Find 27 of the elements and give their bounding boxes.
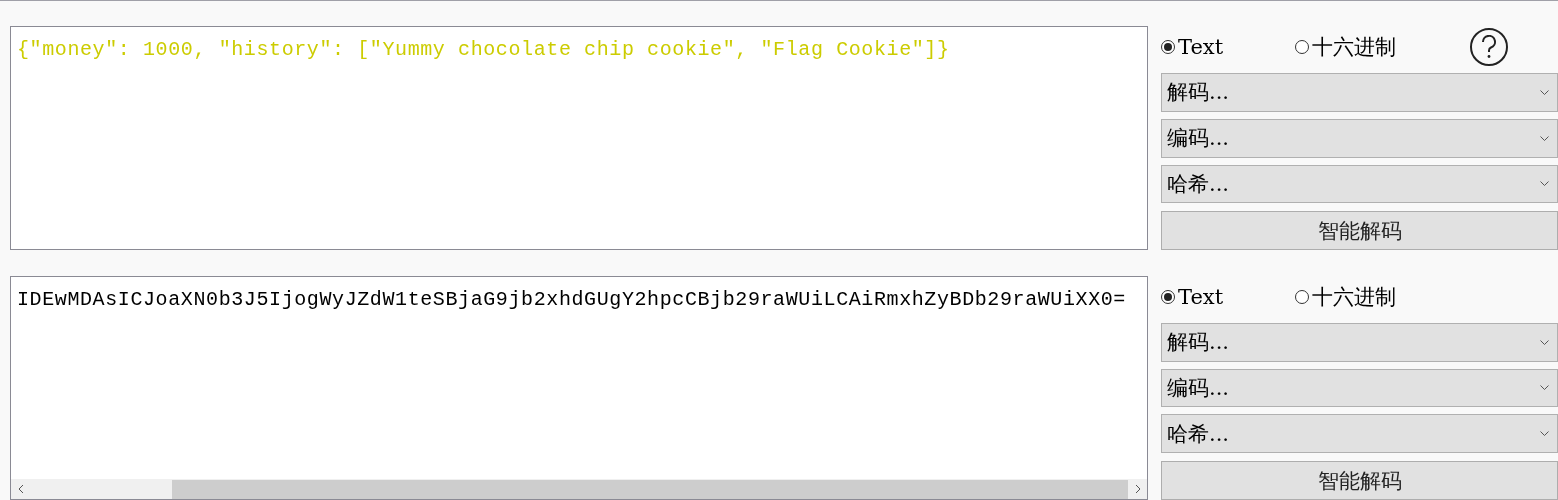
- radio-label[interactable]: 十六进制: [1312, 282, 1396, 311]
- radio-button[interactable]: [1295, 289, 1309, 304]
- horizontal-scrollbar[interactable]: [11, 479, 1147, 499]
- dropdown[interactable]: 哈希...: [1161, 164, 1558, 204]
- radio-button[interactable]: [1161, 289, 1175, 304]
- chevron-down-icon: [1540, 135, 1549, 141]
- scroll-left-icon[interactable]: [17, 484, 24, 494]
- dropdown[interactable]: 解码...: [1161, 73, 1558, 112]
- chevron-down-icon: [1540, 181, 1549, 187]
- chevron-down-icon: [1540, 339, 1549, 345]
- radio-label[interactable]: 十六进制: [1312, 33, 1396, 61]
- radio-label[interactable]: Text: [1178, 284, 1224, 309]
- radio-button[interactable]: [1295, 40, 1309, 54]
- chevron-down-icon: [1540, 431, 1549, 437]
- radio-label[interactable]: Text: [1178, 35, 1224, 59]
- smart-decode-button[interactable]: 智能解码: [1161, 461, 1558, 500]
- scroll-right-icon[interactable]: [1134, 484, 1141, 494]
- dropdown[interactable]: 编码...: [1161, 118, 1558, 158]
- dropdown[interactable]: 编码...: [1161, 368, 1558, 408]
- help-icon: [1481, 35, 1497, 59]
- dropdown[interactable]: 解码...: [1161, 322, 1558, 362]
- help-button[interactable]: [1470, 28, 1508, 66]
- chevron-down-icon: [1540, 385, 1549, 391]
- smart-decode-button[interactable]: 智能解码: [1161, 211, 1558, 250]
- dropdown[interactable]: 哈希...: [1161, 414, 1558, 454]
- chevron-down-icon: [1540, 89, 1549, 95]
- radio-button[interactable]: [1161, 40, 1175, 54]
